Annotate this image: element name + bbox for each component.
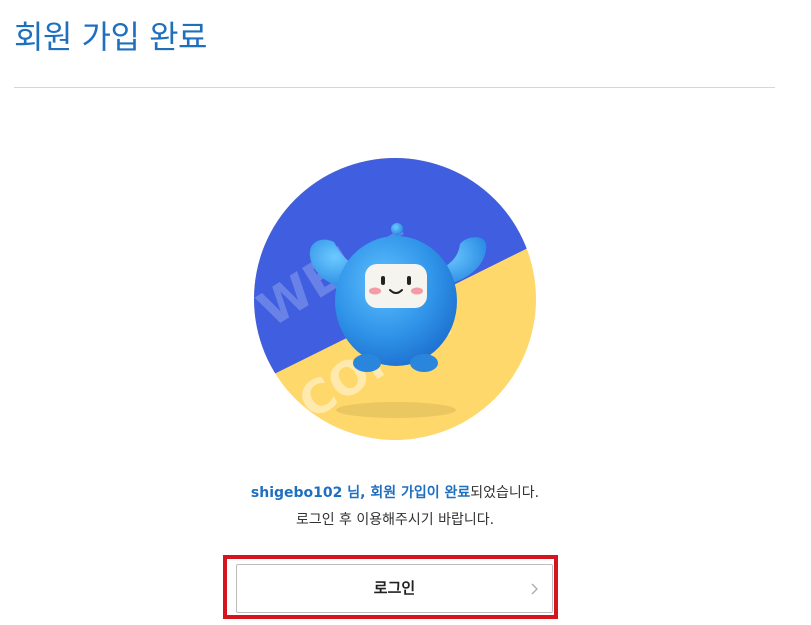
mascot-face [365,264,427,308]
right-foot [410,354,438,372]
username: shigebo102 [250,485,343,501]
login-button[interactable]: 로그인 [236,564,553,613]
message-line-1: shigebo102 님, 회원 가입이 완료되었습니다. [0,480,790,507]
message-line-2: 로그인 후 이용해주시기 바랍니다. [295,512,495,528]
antenna [391,223,403,235]
message-line-1-tail: 되었습니다. [470,485,540,501]
login-button-label: 로그인 [373,579,416,597]
page-title: 회원 가입 완료 [14,18,207,56]
divider [14,87,775,88]
signup-message: shigebo102 님, 회원 가입이 완료되었습니다. 로그인 후 이용해주… [0,480,790,534]
signup-complete-highlight: 님, 회원 가입이 완료 [342,485,471,501]
welcome-illustration: WEL— COME! [254,158,536,440]
signup-complete-page: 회원 가입 완료 WEL— COME! [0,0,811,625]
left-foot [353,354,381,372]
chevron-right-icon [531,583,538,595]
